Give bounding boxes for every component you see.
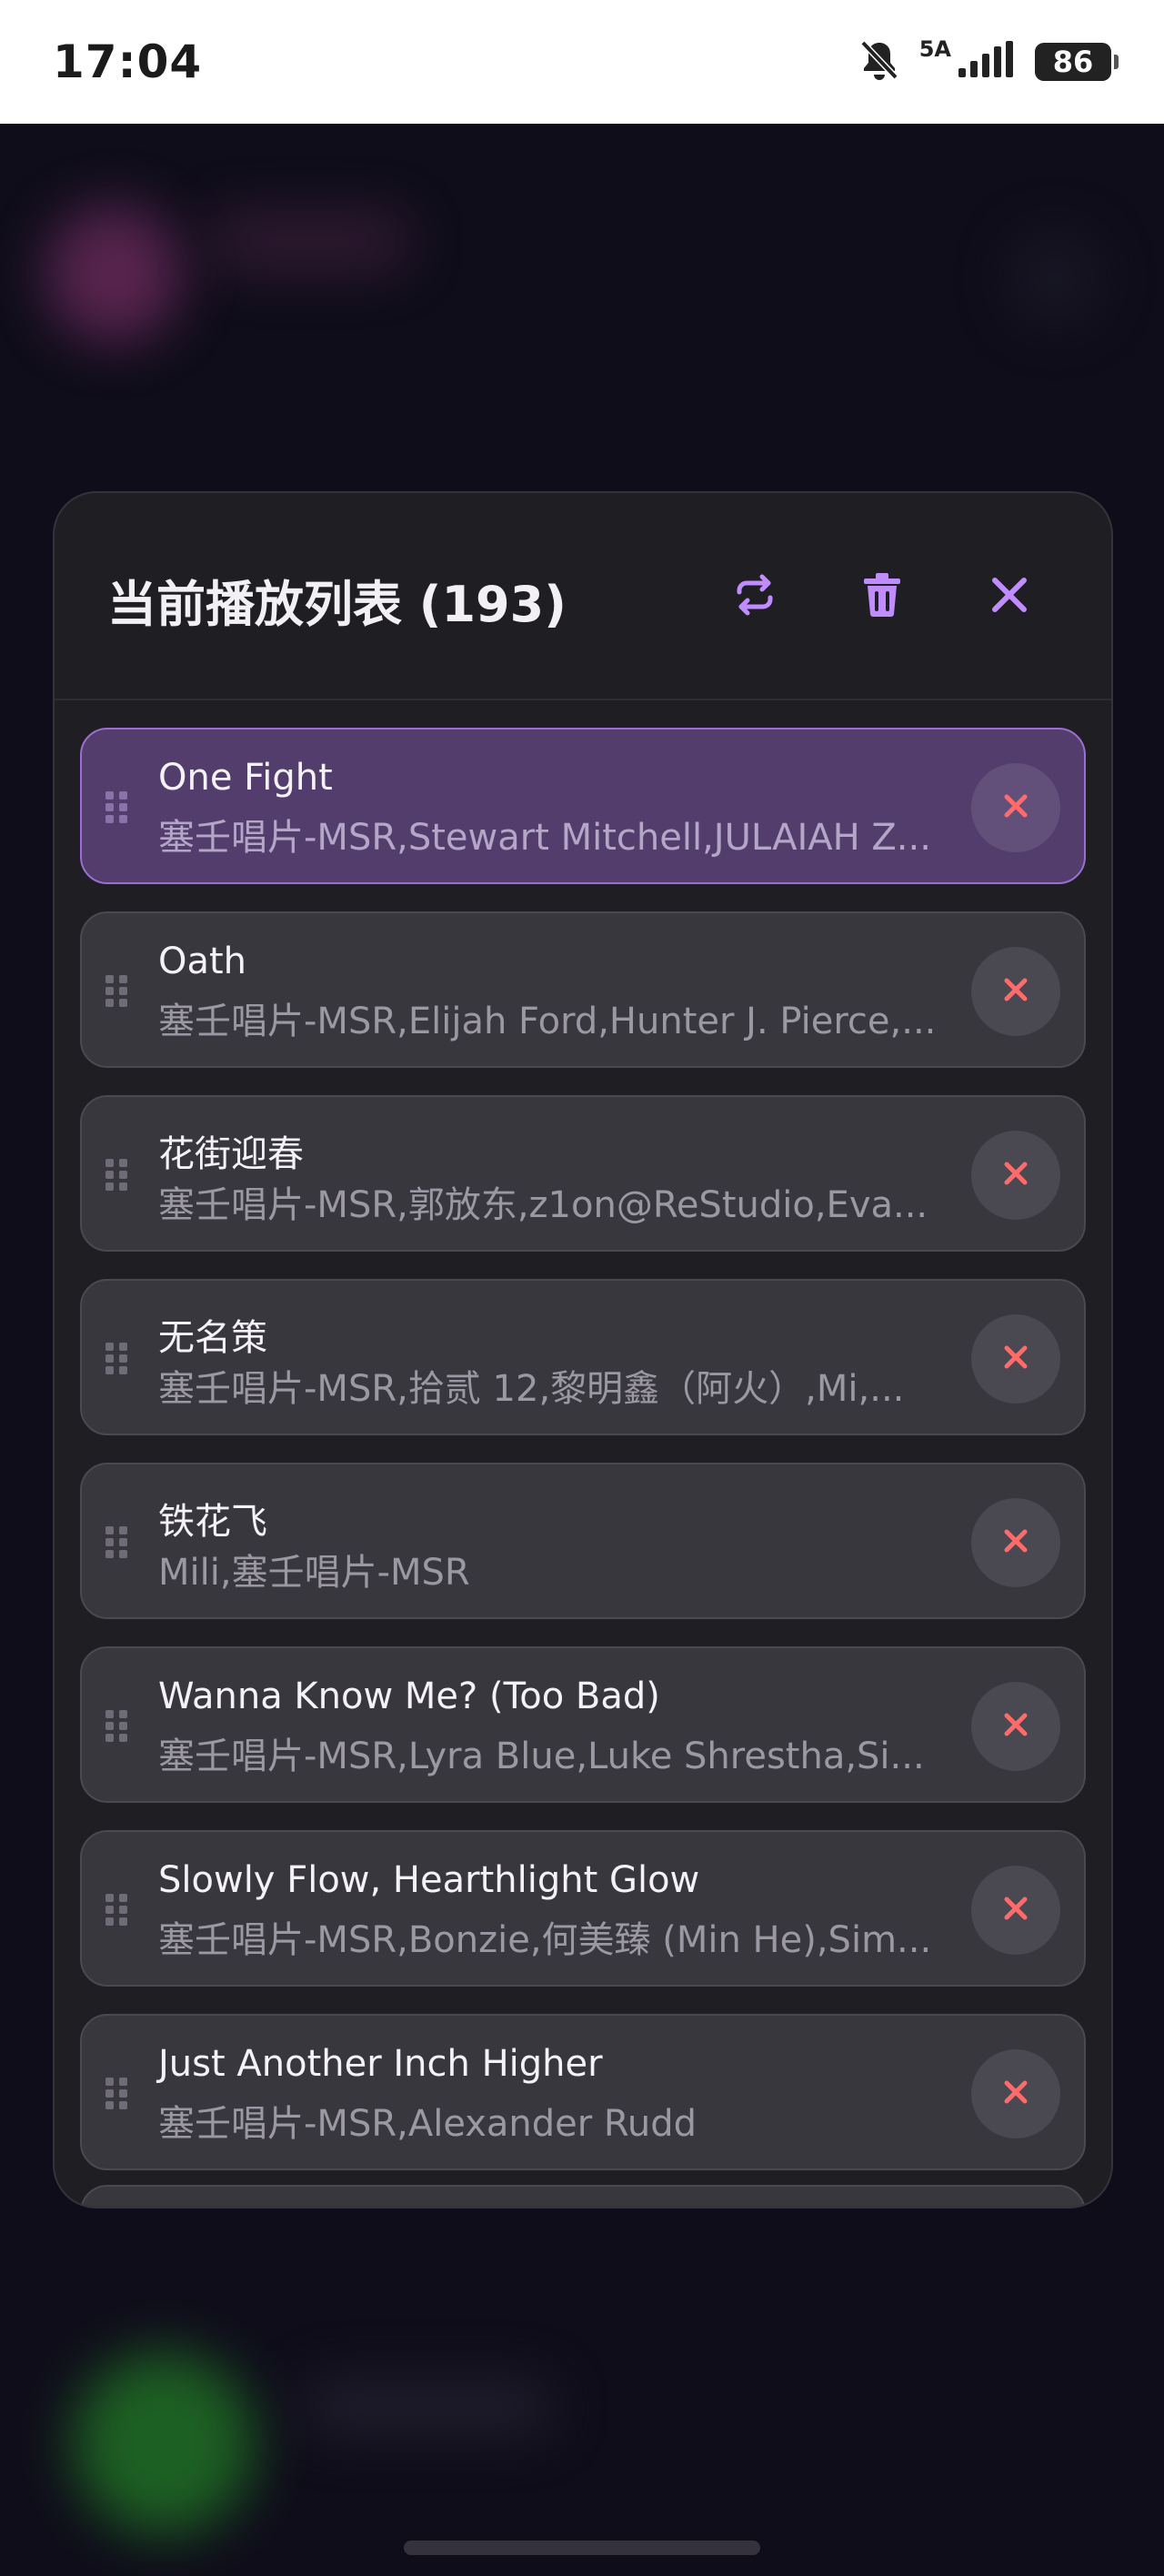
song-artist: 塞壬唱片-MSR,Alexander Rudd <box>158 2103 697 2145</box>
playlist-item[interactable]: 花街迎春塞壬唱片-MSR,郭放东,z1on@ReStudio,Eva... <box>80 1095 1086 1252</box>
remove-song-button[interactable] <box>971 1866 1060 1955</box>
song-artist: Mili,塞壬唱片-MSR <box>158 1552 470 1594</box>
repeat-button[interactable] <box>718 560 791 633</box>
bell-off-icon <box>859 39 899 85</box>
drag-handle-icon[interactable] <box>105 1159 129 1192</box>
song-artist: 塞壬唱片-MSR,Elijah Ford,Hunter J. Pierce,..… <box>158 1001 937 1042</box>
blurred-icon <box>1009 233 1100 324</box>
list-item-partial[interactable] <box>80 2185 1086 2207</box>
song-title: Slowly Flow, Hearthlight Glow <box>158 1859 700 1901</box>
panel-title: 当前播放列表 (193) <box>107 576 567 633</box>
close-icon <box>1002 1711 1029 1742</box>
playlist-item[interactable]: One Fight 塞壬唱片-MSR,Stewart Mitchell,JULAI… <box>80 728 1086 884</box>
repeat-icon <box>732 572 778 621</box>
drag-handle-icon[interactable] <box>105 1343 129 1375</box>
song-title: Just Another Inch Higher <box>158 2043 603 2085</box>
song-artist: 塞壬唱片-MSR,Stewart Mitchell,JULAIAH Z... <box>158 817 931 859</box>
blurred-album-art <box>45 206 182 342</box>
song-artist: 塞壬唱片-MSR,拾贰 12,黎明鑫（阿火）,Mi,... <box>158 1368 905 1410</box>
close-icon <box>1002 1895 1029 1926</box>
playlist-item[interactable]: Wanna Know Me? (Too Bad) 塞壬唱片-MSR,Lyra Bl… <box>80 1646 1086 1803</box>
drag-handle-icon[interactable] <box>105 1894 129 1927</box>
remove-song-button[interactable] <box>971 763 1060 852</box>
drag-handle-icon[interactable] <box>105 1526 129 1559</box>
playlist-item[interactable]: 铁花飞 Mili,塞壬唱片-MSR <box>80 1463 1086 1619</box>
drag-handle-icon[interactable] <box>105 1710 129 1743</box>
drag-handle-icon[interactable] <box>105 975 129 1008</box>
remove-song-button[interactable] <box>971 1314 1060 1404</box>
signal-icon <box>958 41 1015 83</box>
song-title: 花街迎春 <box>158 1133 304 1175</box>
song-artist: 塞壬唱片-MSR,Bonzie,何美臻 (Min He),Sim... <box>158 1919 932 1961</box>
remove-song-button[interactable] <box>971 1682 1060 1771</box>
trash-icon <box>862 572 902 621</box>
playlist-item[interactable]: Oath 塞壬唱片-MSR,Elijah Ford,Hunter J. Pierc… <box>80 911 1086 1068</box>
song-title: 无名策 <box>158 1317 267 1359</box>
blurred-title <box>209 215 409 269</box>
song-title: One Fight <box>158 757 333 799</box>
playlist-item[interactable]: 无名策塞壬唱片-MSR,拾贰 12,黎明鑫（阿火）,Mi,... <box>80 1279 1086 1435</box>
song-title: Oath <box>158 941 247 982</box>
clear-playlist-button[interactable] <box>846 560 918 633</box>
battery-icon: 86 <box>1035 43 1119 81</box>
song-artist: 塞壬唱片-MSR,Lyra Blue,Luke Shrestha,Si... <box>158 1736 925 1777</box>
remove-song-button[interactable] <box>971 947 1060 1036</box>
close-icon <box>1002 2078 1029 2109</box>
panel-header: 当前播放列表 (193) <box>55 493 1111 700</box>
playlist-item[interactable]: Just Another Inch Higher 塞壬唱片-MSR,Alexand… <box>80 2014 1086 2170</box>
status-time: 17:04 <box>53 35 203 88</box>
status-icons: 5A 86 <box>859 36 1119 85</box>
close-icon <box>1002 792 1029 823</box>
close-icon <box>1002 976 1029 1007</box>
close-icon <box>1002 1343 1029 1374</box>
screen: 17:04 5A 86 当前播放列表 (193) One Fight 塞壬唱片-… <box>0 0 1164 2576</box>
song-artist: 塞壬唱片-MSR,郭放东,z1on@ReStudio,Eva... <box>158 1184 928 1226</box>
close-panel-button[interactable] <box>973 560 1046 633</box>
song-title: Wanna Know Me? (Too Bad) <box>158 1675 660 1717</box>
status-bar: 17:04 5A 86 <box>0 0 1164 124</box>
blurred-mini-art <box>73 2352 255 2534</box>
playlist-item[interactable]: Slowly Flow, Hearthlight Glow 塞壬唱片-MSR,Bo… <box>80 1830 1086 1987</box>
remove-song-button[interactable] <box>971 2049 1060 2138</box>
playlist-panel: 当前播放列表 (193) One Fight 塞壬唱片-MSR,Stewart … <box>53 491 1113 2209</box>
song-title: 铁花飞 <box>158 1501 267 1543</box>
drag-handle-icon[interactable] <box>105 791 129 824</box>
remove-song-button[interactable] <box>971 1131 1060 1220</box>
close-icon <box>1002 1160 1029 1191</box>
drag-handle-icon[interactable] <box>105 2078 129 2110</box>
playlist-list: One Fight 塞壬唱片-MSR,Stewart Mitchell,JULAI… <box>80 728 1086 2198</box>
close-icon <box>1002 1527 1029 1558</box>
remove-song-button[interactable] <box>971 1498 1060 1587</box>
close-icon <box>989 575 1029 619</box>
home-indicator[interactable] <box>404 2541 760 2555</box>
network-type: 5A <box>918 36 951 62</box>
blurred-mini-title <box>300 2380 555 2434</box>
